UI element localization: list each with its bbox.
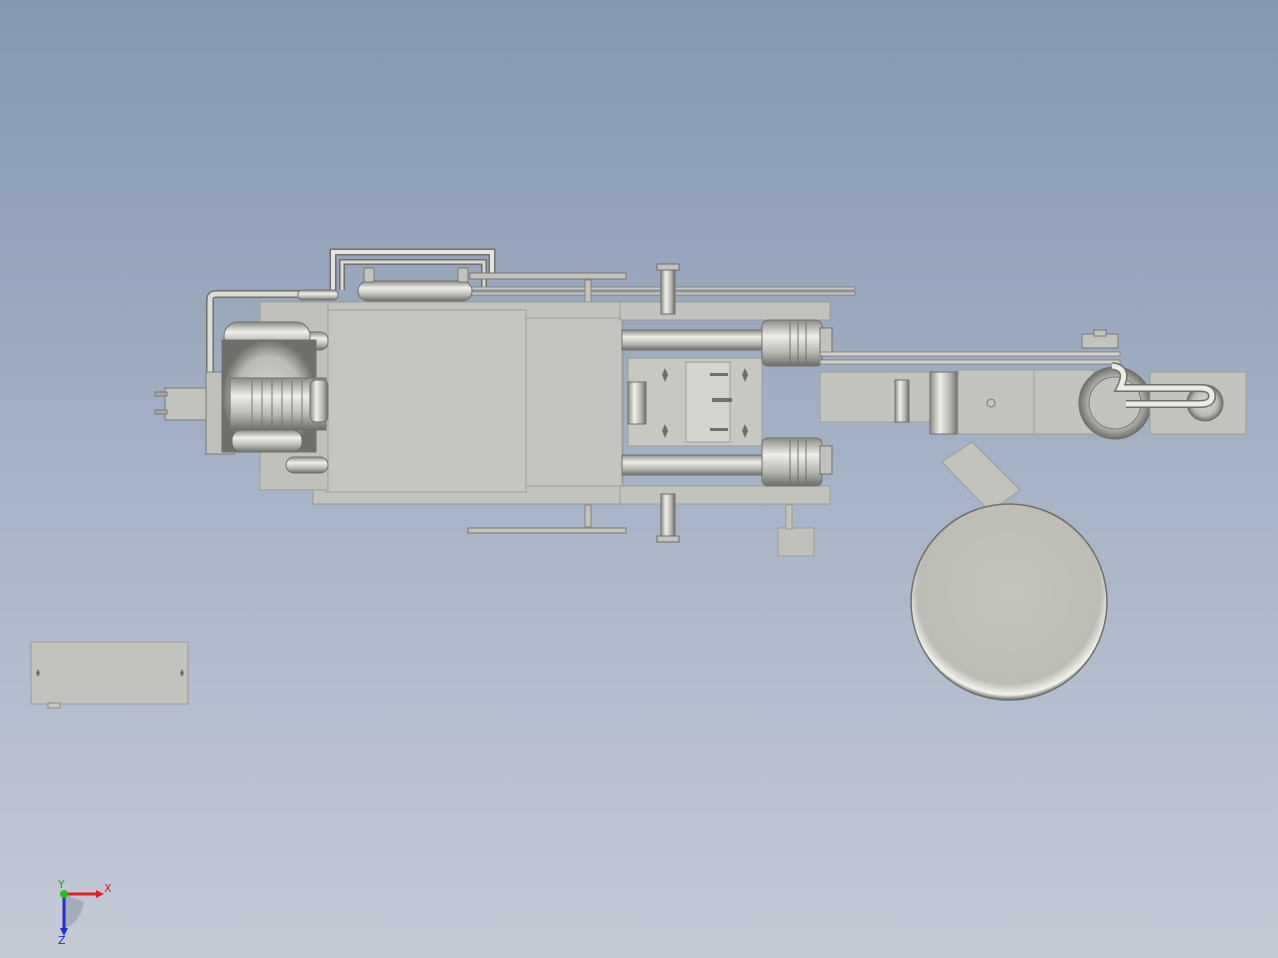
z-axis-label: Z: [58, 934, 66, 947]
y-axis-arrow: [60, 890, 68, 898]
x-axis-label: X: [104, 882, 112, 895]
y-axis-label: Y: [57, 878, 65, 891]
lower-tie-rod[interactable]: [621, 454, 768, 476]
motor-assembly[interactable]: [154, 321, 329, 455]
machine-assembly-model[interactable]: [0, 0, 1278, 958]
right-pivot-joint[interactable]: [1078, 362, 1247, 440]
coordinate-triad: X Y Z: [57, 878, 112, 947]
round-tank[interactable]: [910, 503, 1108, 701]
lower-bracket: [777, 527, 815, 557]
cad-3d-viewport[interactable]: X Y Z: [0, 0, 1278, 958]
top-capsule-tank[interactable]: [357, 280, 473, 302]
detached-plate[interactable]: [30, 641, 189, 709]
angled-bracket: [941, 441, 1021, 513]
right-long-rods: [819, 329, 1121, 365]
upper-tie-rod[interactable]: [621, 329, 768, 351]
lower-clamp-cylinder[interactable]: [761, 437, 833, 487]
upper-clamp-cylinder[interactable]: [761, 319, 833, 367]
right-arm-beam[interactable]: [819, 369, 1095, 435]
mold-area[interactable]: [627, 357, 763, 447]
